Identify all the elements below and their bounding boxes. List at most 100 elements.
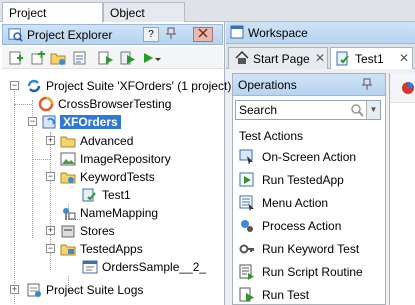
close-tab-icon[interactable]: ✕ <box>399 51 409 65</box>
new-folder-icon[interactable] <box>50 50 66 66</box>
test-editor-toolbar <box>390 73 415 103</box>
tab-start-page-label: Start Page <box>253 52 310 66</box>
project-suite-icon <box>26 78 42 94</box>
tree-connector <box>32 159 50 160</box>
keyword-test-icon <box>82 187 98 203</box>
operation-run-script-routine[interactable]: Run Script Routine <box>235 261 383 283</box>
tab-object-browser[interactable]: Object Browser <box>103 2 185 34</box>
stores-icon <box>60 223 76 239</box>
cross-browser-testing-icon <box>38 96 54 112</box>
operation-label: Run Keyword Test <box>262 242 360 256</box>
operation-run-test[interactable]: Run Test <box>235 284 383 305</box>
operations-search-input[interactable]: Search ▼ <box>235 100 381 120</box>
pin-icon[interactable] <box>163 27 179 42</box>
collapse-icon[interactable]: − <box>28 117 37 126</box>
add-existing-item-icon[interactable] <box>30 50 46 66</box>
chevron-down-icon[interactable]: ▼ <box>366 101 380 119</box>
operation-label: Run TestedApp <box>262 173 344 187</box>
tree-node-label: ImageRepository <box>80 152 171 166</box>
operation-label: Process Action <box>262 219 342 233</box>
tree-node-label: CrossBrowserTesting <box>58 97 172 111</box>
collapse-icon[interactable]: − <box>10 81 19 90</box>
collapse-icon[interactable]: − <box>46 172 55 181</box>
project-explorer-title: Project Explorer <box>27 28 113 42</box>
project-icon <box>42 114 58 130</box>
workspace-title: Workspace <box>248 26 308 40</box>
tree-node-label: XFOrders <box>60 115 121 129</box>
run-test-item-icon[interactable] <box>120 50 136 66</box>
tree-node-label: Project Suite Logs <box>46 283 144 297</box>
testcomplete-window: { "top_tabs": [ {"label": "Project Works… <box>0 0 415 305</box>
operation-run-keyword-test[interactable]: Run Keyword Test <box>235 238 383 260</box>
tab-project-workspace[interactable]: Project Workspace <box>2 2 103 34</box>
operation-label: On-Screen Action <box>262 150 357 164</box>
tab-start-page[interactable]: Start Page ✕ <box>228 47 328 69</box>
tree-node-label: Test1 <box>102 188 131 202</box>
tree-node-label: Stores <box>80 224 115 238</box>
operation-label: Run Test <box>262 288 310 302</box>
expand-icon[interactable]: + <box>46 136 55 145</box>
tree-node-label: NameMapping <box>80 206 159 220</box>
image-repository-icon <box>60 151 76 167</box>
properties-icon[interactable] <box>72 50 88 66</box>
operation-label: Run Script Routine <box>262 265 363 279</box>
run-tested-app-icon <box>239 172 255 188</box>
project-explorer-header: Project Explorer ? <box>2 24 223 45</box>
tree-node-label: OrdersSample__2_ <box>102 260 207 274</box>
tree-node-label: KeywordTests <box>80 170 155 184</box>
operation-run-testedapp[interactable]: Run TestedApp <box>235 169 383 191</box>
help-button[interactable]: ? <box>143 27 159 42</box>
run-test-icon <box>239 287 255 303</box>
folder-icon <box>60 133 76 149</box>
search-icon[interactable] <box>350 103 364 120</box>
add-new-item-icon[interactable] <box>8 50 24 66</box>
workspace-header: Workspace <box>226 22 415 44</box>
operation-label: Menu Action <box>262 196 329 210</box>
collapse-icon[interactable]: − <box>46 244 55 253</box>
logs-icon <box>26 282 42 298</box>
keyword-test-icon <box>336 51 350 70</box>
keyword-tests-icon <box>60 169 76 185</box>
close-tab-icon[interactable]: ✕ <box>315 51 325 65</box>
project-explorer-toolbar <box>2 47 223 69</box>
operation-on-screen-action[interactable]: On-Screen Action <box>235 146 383 168</box>
pin-icon[interactable] <box>361 78 373 94</box>
operations-title: Operations <box>238 78 297 92</box>
expand-icon[interactable]: + <box>10 285 19 294</box>
tree-node-label: Project Suite 'XFOrders' (1 project) <box>46 79 232 93</box>
project-explorer-panel: Project Explorer ? − Project Suite 'XFOr… <box>0 22 231 305</box>
operation-process-action[interactable]: Process Action <box>235 215 383 237</box>
operations-panel: Operations Search ▼ Test Actions On-Scre… <box>232 73 386 305</box>
workspace-tabs: Start Page ✕ Test1 ✕ <box>226 44 415 69</box>
record-icon[interactable] <box>400 80 415 99</box>
help-button-label: ? <box>148 29 154 40</box>
operation-menu-action[interactable]: Menu Action <box>235 192 383 214</box>
menu-action-icon <box>239 195 255 211</box>
test-editor-area <box>389 73 415 305</box>
run-dropdown-icon[interactable] <box>142 50 161 66</box>
operations-header: Operations <box>233 74 385 96</box>
close-icon[interactable] <box>193 27 213 42</box>
tested-app-icon <box>82 259 98 275</box>
project-explorer-icon <box>8 27 23 45</box>
tab-test1[interactable]: Test1 ✕ <box>330 47 413 69</box>
project-tree: − Project Suite 'XFOrders' (1 project) C… <box>2 72 231 305</box>
home-icon <box>235 50 249 68</box>
name-mapping-icon <box>60 205 76 221</box>
tree-node-label: TestedApps <box>80 242 143 256</box>
on-screen-action-icon <box>239 149 255 165</box>
operations-category: Test Actions <box>239 129 304 143</box>
workspace-icon <box>230 25 244 42</box>
run-project-icon[interactable] <box>98 50 114 66</box>
run-keyword-test-icon <box>239 241 255 257</box>
tree-connector <box>14 86 15 305</box>
search-placeholder: Search <box>239 103 278 117</box>
tab-test1-label: Test1 <box>355 52 384 66</box>
process-action-icon <box>239 218 255 234</box>
tree-connector <box>14 104 32 105</box>
top-tab-strip: Project Workspace Object Browser <box>0 0 415 34</box>
tested-apps-icon <box>60 241 76 257</box>
expand-icon[interactable]: + <box>46 226 55 235</box>
run-script-routine-icon <box>239 264 255 280</box>
tree-node-label: Advanced <box>80 134 134 148</box>
